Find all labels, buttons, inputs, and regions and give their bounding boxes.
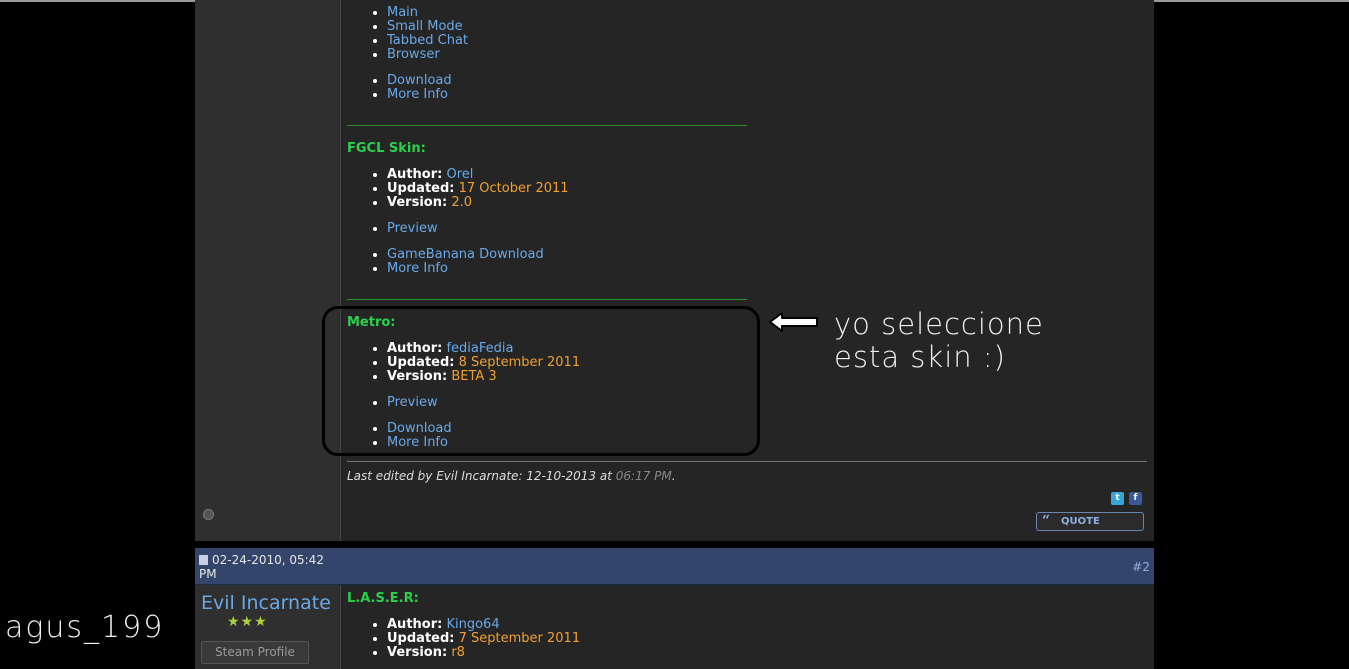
fgcl-gamebanana-download-link[interactable]: GameBanana Download [387, 247, 544, 262]
signature-watermark: agus_199 [5, 610, 165, 645]
post2-content: L.A.S.E.R: Author: Kingo64 Updated: 7 Se… [341, 585, 1154, 669]
author-label: Author: [387, 167, 443, 182]
fgcl-author-link[interactable]: Orel [446, 167, 473, 182]
quote-label: QUOTE [1061, 516, 1100, 527]
handwritten-annotation: yo seleccione esta skin :) [834, 308, 1044, 374]
link-small-mode[interactable]: Small Mode [387, 19, 463, 34]
version-label: Version: [387, 645, 448, 660]
author-label: Author: [387, 617, 443, 632]
version-label: Version: [387, 195, 448, 210]
section-separator [347, 125, 747, 126]
post2-number-link[interactable]: #2 [1132, 560, 1150, 574]
steam-profile-button[interactable]: Steam Profile [201, 641, 309, 664]
annotation-line1: yo seleccione [834, 307, 1044, 341]
top-download-list: Download More Info [347, 74, 452, 102]
top-links-list: Main Small Mode Tabbed Chat Browser [347, 6, 468, 62]
fgcl-info-list: Author: Orel Updated: 17 October 2011 Ve… [347, 168, 569, 210]
fgcl-download-list: GameBanana Download More Info [347, 248, 544, 276]
laser-updated-date: 7 September 2011 [458, 631, 581, 646]
quote-button[interactable]: “ QUOTE [1036, 512, 1144, 531]
updated-label: Updated: [387, 631, 455, 646]
edited-suffix: . [671, 469, 676, 483]
laser-info-list: Author: Kingo64 Updated: 7 September 201… [347, 618, 580, 660]
fgcl-preview-list: Preview [347, 222, 438, 236]
edit-note-divider [347, 461, 1147, 462]
post2-date-text: 02-24-2010, 05:42 PM [199, 553, 324, 581]
facebook-share-icon[interactable]: f [1129, 492, 1142, 505]
edited-prefix: Last edited by Evil Incarnate: 12-10-201… [347, 469, 612, 483]
link-download-top[interactable]: Download [387, 73, 452, 88]
section-separator [347, 299, 747, 300]
laser-author-link[interactable]: Kingo64 [446, 617, 499, 632]
link-main[interactable]: Main [387, 5, 418, 20]
last-edited-note: Last edited by Evil Incarnate: 12-10-201… [347, 469, 676, 483]
user-rank-stars: ★★★ [227, 614, 268, 630]
link-browser[interactable]: Browser [387, 47, 440, 62]
link-tabbed-chat[interactable]: Tabbed Chat [387, 33, 468, 48]
post1-content: Main Small Mode Tabbed Chat Browser Down… [341, 0, 1154, 541]
post2-date: 02-24-2010, 05:42 PM [199, 553, 339, 581]
laser-version: r8 [451, 645, 465, 660]
link-more-info-top[interactable]: More Info [387, 87, 448, 102]
fgcl-updated-date: 17 October 2011 [458, 181, 569, 196]
annotation-line2: esta skin :) [834, 340, 1006, 374]
fgcl-version: 2.0 [451, 195, 472, 210]
highlight-annotation-box [322, 306, 760, 456]
left-arrow-annotation-icon [769, 312, 818, 332]
quote-icon: “ [1042, 513, 1051, 529]
fgcl-more-info-link[interactable]: More Info [387, 261, 448, 276]
post-document-icon [199, 555, 208, 565]
fgcl-skin-heading: FGCL Skin: [347, 141, 426, 156]
fgcl-preview-link[interactable]: Preview [387, 221, 438, 236]
offline-status-icon [203, 509, 214, 520]
post-gap [195, 541, 1154, 548]
edited-time: 06:17 PM [615, 469, 672, 483]
updated-label: Updated: [387, 181, 455, 196]
post2-userinfo-column: Evil Incarnate ★★★ Steam Profile [195, 585, 341, 669]
post2-header: 02-24-2010, 05:42 PM #2 [195, 548, 1154, 585]
twitter-share-icon[interactable]: t [1111, 492, 1124, 505]
laser-skin-heading: L.A.S.E.R: [347, 591, 419, 606]
post1-userinfo-column [195, 0, 341, 541]
post2-username[interactable]: Evil Incarnate [201, 592, 331, 614]
